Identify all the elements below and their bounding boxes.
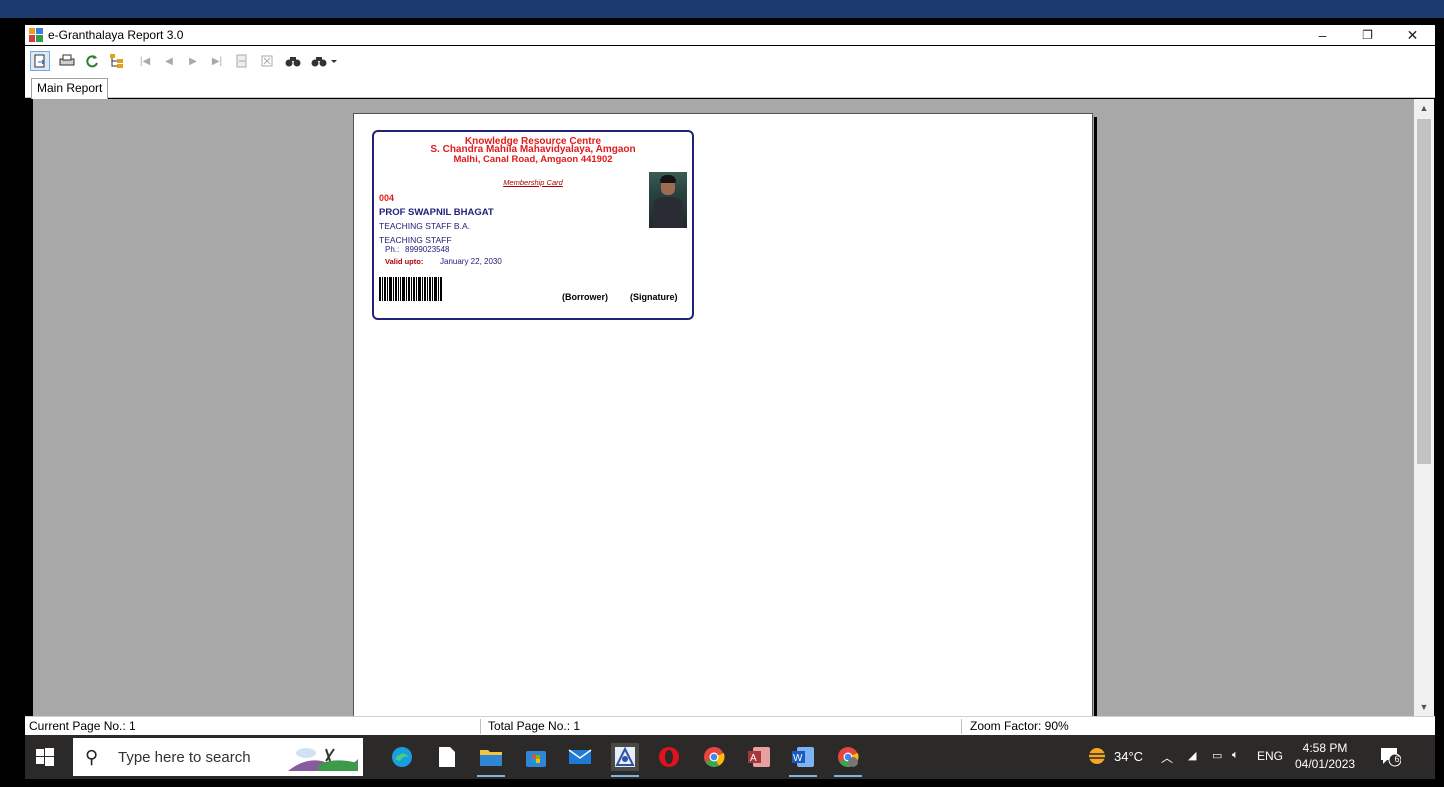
- first-page-icon[interactable]: |◀: [135, 51, 155, 71]
- weather-icon[interactable]: [1085, 745, 1109, 770]
- access-icon[interactable]: A: [745, 743, 773, 771]
- chrome-alt-icon[interactable]: [834, 743, 862, 777]
- print-icon[interactable]: [57, 51, 77, 71]
- restore-button[interactable]: ❐: [1345, 25, 1390, 45]
- barcode: [379, 277, 442, 301]
- granthalaya-icon[interactable]: [611, 743, 639, 777]
- scroll-up-icon[interactable]: ▲: [1414, 99, 1434, 117]
- window-title: e-Granthalaya Report 3.0: [48, 28, 184, 42]
- group-tree-icon[interactable]: [107, 51, 127, 71]
- export-icon[interactable]: [30, 51, 50, 71]
- clock[interactable]: 4:58 PM 04/01/2023: [1295, 740, 1355, 772]
- card-title: Membership Card: [503, 178, 563, 187]
- svg-text:W: W: [793, 753, 803, 764]
- windows-start-icon[interactable]: [35, 747, 55, 767]
- next-page-icon[interactable]: ▶: [183, 51, 203, 71]
- current-page-status: Current Page No.: 1: [29, 719, 136, 733]
- zoom-factor-status: Zoom Factor: 90%: [970, 719, 1069, 733]
- phone-value: 8999023548: [405, 245, 450, 254]
- borrower-label: (Borrower): [562, 292, 609, 302]
- file-explorer-icon[interactable]: [477, 743, 505, 777]
- search-icon: ⚲: [85, 747, 99, 767]
- svg-text:A: A: [750, 753, 757, 764]
- battery-icon[interactable]: ▭: [1212, 749, 1222, 762]
- goto-page-icon[interactable]: [232, 51, 252, 71]
- status-divider: [480, 719, 481, 734]
- clock-time: 4:58 PM: [1302, 741, 1348, 755]
- card-header-line-3: Malhi, Canal Road, Amgaon 441902: [453, 154, 613, 165]
- report-page: Knowledge Resource Centre S. Chandra Mah…: [353, 113, 1093, 716]
- last-page-icon[interactable]: ▶|: [207, 51, 227, 71]
- desktop-top-band: [0, 0, 1444, 18]
- phone-label: Ph.:: [385, 245, 400, 254]
- chrome-icon[interactable]: [700, 743, 728, 771]
- zoom-icon[interactable]: [309, 51, 339, 71]
- member-designation: TEACHING STAFF B.A.: [379, 221, 470, 231]
- member-name: PROF SWAPNIL BHAGAT: [379, 207, 494, 218]
- previous-page-icon[interactable]: ◀: [159, 51, 179, 71]
- total-page-status: Total Page No.: 1: [488, 719, 581, 733]
- search-highlight-image: [288, 748, 358, 771]
- windows-taskbar: ⚲ Type here to search A W 34°C ︿ ◢ ▭ 🔈︎ …: [25, 735, 1435, 779]
- search-placeholder: Type here to search: [118, 749, 251, 766]
- network-icon[interactable]: ◢: [1188, 749, 1196, 762]
- refresh-icon[interactable]: [82, 51, 102, 71]
- status-divider: [961, 719, 962, 734]
- taskbar-search-box[interactable]: ⚲ Type here to search: [73, 738, 363, 776]
- opera-icon[interactable]: [655, 743, 683, 771]
- report-toolbar: |◀ ◀ ▶ ▶|: [25, 46, 1435, 76]
- close-view-icon[interactable]: [257, 51, 277, 71]
- search-text-icon[interactable]: [283, 51, 303, 71]
- member-number: 004: [379, 193, 395, 203]
- language-indicator[interactable]: ENG: [1257, 749, 1283, 763]
- member-photo: [649, 172, 687, 228]
- report-tabs: Main Report: [25, 76, 1435, 99]
- clock-date: 04/01/2023: [1295, 757, 1356, 771]
- member-category: TEACHING STAFF: [379, 235, 452, 245]
- scroll-thumb[interactable]: [1417, 119, 1431, 464]
- store-icon[interactable]: [522, 743, 550, 771]
- mail-icon[interactable]: [566, 743, 594, 771]
- report-viewer[interactable]: Knowledge Resource Centre S. Chandra Mah…: [33, 99, 1434, 716]
- notepad-icon[interactable]: [433, 743, 461, 771]
- valid-upto-label: Valid upto:: [385, 257, 424, 266]
- tab-main-report[interactable]: Main Report: [31, 78, 109, 99]
- app-icon: [29, 28, 43, 42]
- valid-upto-date: January 22, 2030: [440, 257, 502, 266]
- chevron-up-icon[interactable]: ︿: [1161, 749, 1173, 766]
- minimize-button[interactable]: –: [1300, 25, 1345, 45]
- weather-temperature[interactable]: 34°C: [1114, 749, 1143, 764]
- edge-icon[interactable]: [388, 743, 416, 771]
- scroll-down-icon[interactable]: ▼: [1414, 698, 1434, 716]
- membership-card: Knowledge Resource Centre S. Chandra Mah…: [372, 130, 694, 320]
- system-tray: 34°C ︿ ◢ ▭ 🔈︎ ENG 4:58 PM 04/01/2023 6: [1075, 735, 1435, 779]
- vertical-scrollbar[interactable]: ▲ ▼: [1414, 99, 1434, 716]
- close-button[interactable]: ✕: [1390, 25, 1435, 45]
- signature-label: (Signature): [630, 292, 678, 302]
- volume-icon[interactable]: 🔈︎: [1232, 749, 1239, 762]
- title-bar: e-Granthalaya Report 3.0 – ❐ ✕: [25, 25, 1435, 45]
- word-icon[interactable]: W: [789, 743, 817, 777]
- page-shadow: [1094, 117, 1097, 716]
- status-bar: Current Page No.: 1 Total Page No.: 1 Zo…: [25, 716, 1435, 735]
- notification-count: 6: [1394, 754, 1400, 764]
